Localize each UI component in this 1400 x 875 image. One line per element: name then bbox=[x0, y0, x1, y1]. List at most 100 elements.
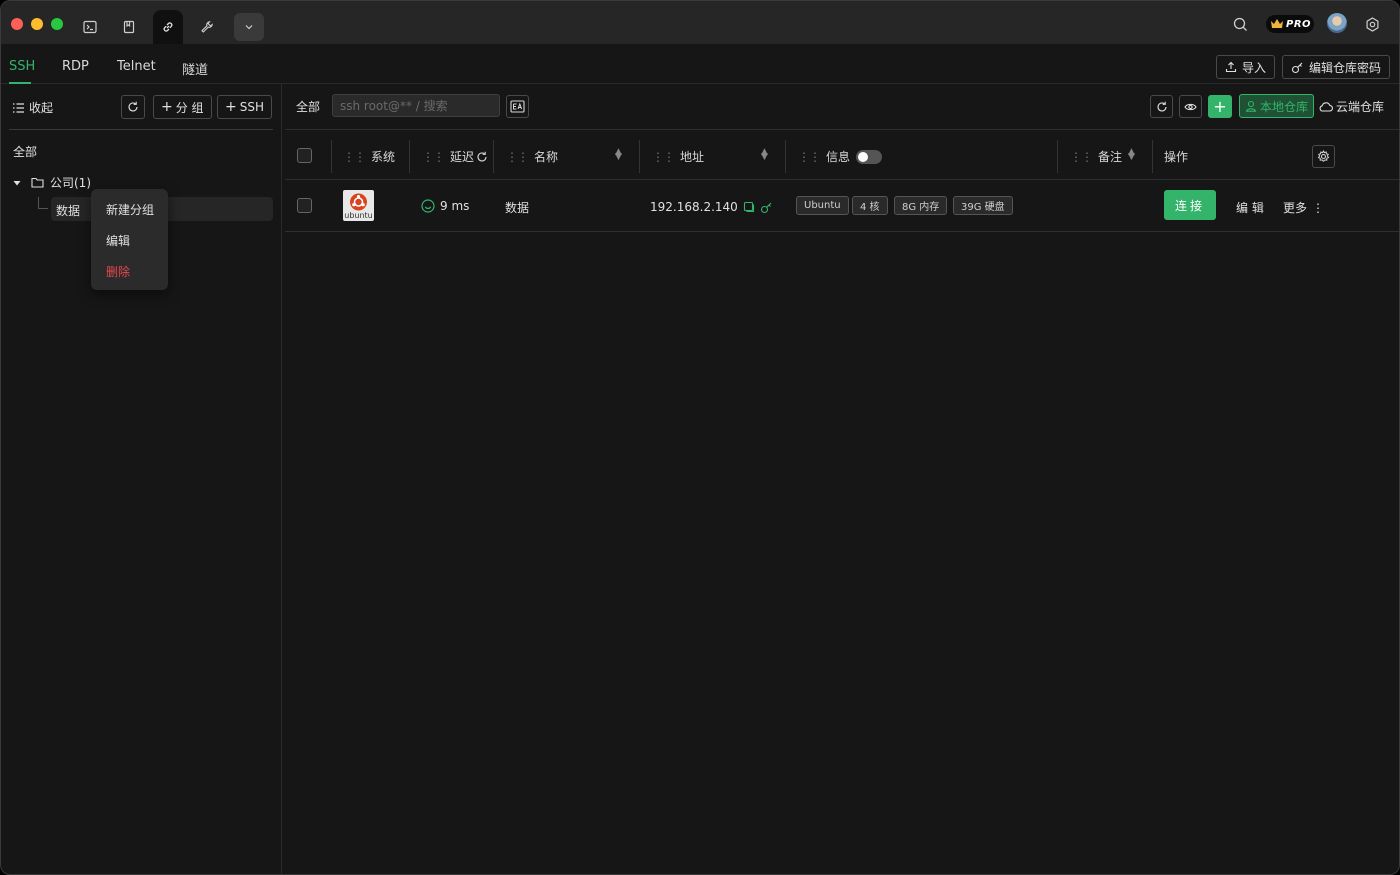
tab-rdp[interactable]: RDP bbox=[62, 59, 89, 74]
tab-terminal[interactable] bbox=[75, 11, 105, 43]
tree-group-label: 公司(1) bbox=[50, 176, 91, 190]
column-header-name[interactable]: ⋮⋮ 名称 bbox=[506, 148, 558, 165]
latency-cell: 9 ms bbox=[421, 199, 469, 213]
toggle-visibility-button[interactable] bbox=[1179, 95, 1202, 118]
drag-handle-icon[interactable]: ⋮⋮ bbox=[343, 150, 366, 164]
column-divider bbox=[493, 140, 494, 173]
close-window-button[interactable] bbox=[11, 18, 23, 30]
wrench-icon bbox=[201, 21, 213, 33]
add-group-button[interactable]: + 分 组 bbox=[153, 95, 212, 119]
refresh-latency-icon[interactable] bbox=[476, 151, 488, 163]
column-header-info[interactable]: ⋮⋮ 信息 bbox=[798, 148, 883, 165]
sort-name-icon[interactable]: ▲ ▼ bbox=[615, 148, 622, 162]
column-system-label: 系统 bbox=[371, 150, 396, 164]
column-divider bbox=[1057, 140, 1058, 173]
column-divider bbox=[331, 140, 332, 173]
context-menu-edit[interactable]: 编辑 bbox=[106, 232, 130, 249]
gear-icon bbox=[1366, 16, 1378, 32]
settings-button[interactable] bbox=[1362, 13, 1382, 35]
tree-item-all[interactable]: 全部 bbox=[13, 143, 37, 160]
crown-icon bbox=[1271, 19, 1283, 28]
tab-ssh[interactable]: SSH bbox=[9, 59, 35, 74]
key-icon bbox=[1291, 62, 1303, 73]
column-header-system[interactable]: ⋮⋮ 系统 bbox=[343, 148, 395, 165]
refresh-tree-button[interactable] bbox=[121, 95, 145, 119]
drag-handle-icon[interactable]: ⋮⋮ bbox=[652, 150, 675, 164]
context-menu-delete[interactable]: 删除 bbox=[106, 263, 130, 280]
protocol-tab-bar: SSH RDP Telnet 隧道 导入 编辑仓库密码 bbox=[1, 44, 1399, 84]
tree-group-company[interactable]: 公司(1) bbox=[13, 174, 91, 191]
sidebar-divider bbox=[9, 129, 273, 130]
edit-host-button[interactable]: 编 辑 bbox=[1236, 199, 1264, 216]
name-cell: 数据 bbox=[505, 199, 529, 216]
column-header-note[interactable]: ⋮⋮ 备注 bbox=[1070, 148, 1122, 165]
column-divider bbox=[639, 140, 640, 173]
column-settings-button[interactable] bbox=[1312, 145, 1335, 168]
copy-icon[interactable] bbox=[743, 201, 755, 213]
tab-tools[interactable] bbox=[192, 11, 222, 43]
refresh-list-button[interactable] bbox=[1150, 95, 1173, 118]
address-cell: 192.168.2.140 bbox=[650, 200, 773, 214]
drag-handle-icon[interactable]: ⋮⋮ bbox=[506, 150, 529, 164]
column-header-actions: 操作 bbox=[1164, 148, 1188, 165]
drag-handle-icon[interactable]: ⋮⋮ bbox=[798, 150, 821, 164]
column-latency-label: 延迟 bbox=[450, 150, 475, 164]
avatar[interactable] bbox=[1327, 13, 1347, 33]
more-actions-button[interactable]: 更多 ⋮ bbox=[1283, 199, 1324, 216]
sort-note-icon[interactable]: ▲ ▼ bbox=[1128, 148, 1135, 162]
global-search-button[interactable] bbox=[1230, 13, 1250, 35]
collapse-sidebar-button[interactable]: 收起 bbox=[12, 99, 53, 116]
cloud-repo-button[interactable]: 云端仓库 bbox=[1318, 98, 1384, 115]
column-header-latency[interactable]: ⋮⋮ 延迟 bbox=[422, 148, 488, 165]
link-icon bbox=[163, 22, 173, 32]
main-panel: 全部 + 本地仓库 云端仓库 ⋮⋮ 系统 bbox=[283, 84, 1399, 874]
list-icon bbox=[13, 102, 24, 113]
terminal-icon bbox=[83, 20, 97, 34]
pro-badge[interactable]: PRO bbox=[1266, 15, 1314, 33]
latency-value: 9 ms bbox=[440, 199, 470, 213]
key-icon[interactable] bbox=[760, 201, 773, 214]
select-all-checkbox[interactable] bbox=[297, 148, 312, 163]
more-label: 更多 bbox=[1283, 201, 1308, 215]
chevron-down-icon bbox=[245, 25, 253, 30]
import-label: 导入 bbox=[1242, 60, 1267, 75]
tree-item-label: 数据 bbox=[56, 204, 81, 218]
drag-handle-icon[interactable]: ⋮⋮ bbox=[1070, 150, 1093, 164]
refresh-icon bbox=[128, 101, 138, 112]
add-host-button[interactable]: + bbox=[1208, 95, 1232, 118]
edit-label: 编 辑 bbox=[1236, 201, 1264, 215]
tree-connector bbox=[38, 197, 48, 209]
sort-address-icon[interactable]: ▲ ▼ bbox=[761, 148, 768, 162]
context-menu: 新建分组 编辑 删除 bbox=[91, 189, 168, 290]
add-ssh-button[interactable]: + SSH bbox=[217, 95, 272, 119]
tab-telnet[interactable]: Telnet bbox=[117, 59, 156, 74]
row-checkbox[interactable] bbox=[297, 198, 312, 213]
host-address: 192.168.2.140 bbox=[650, 200, 738, 214]
import-button[interactable]: 导入 bbox=[1216, 55, 1276, 79]
user-icon bbox=[1245, 100, 1257, 112]
tabs-dropdown-button[interactable] bbox=[234, 13, 264, 41]
tab-connections[interactable] bbox=[153, 10, 183, 44]
maximize-window-button[interactable] bbox=[51, 18, 63, 30]
smile-icon bbox=[421, 199, 435, 213]
breadcrumb: 全部 bbox=[296, 100, 321, 114]
drag-handle-icon[interactable]: ⋮⋮ bbox=[422, 150, 445, 164]
column-name-label: 名称 bbox=[534, 150, 559, 164]
edit-repo-password-button[interactable]: 编辑仓库密码 bbox=[1282, 55, 1391, 79]
column-header-address[interactable]: ⋮⋮ 地址 bbox=[652, 148, 704, 165]
local-repo-button[interactable]: 本地仓库 bbox=[1239, 94, 1314, 118]
connect-button[interactable]: 连接 bbox=[1164, 190, 1216, 220]
minimize-window-button[interactable] bbox=[31, 18, 43, 30]
add-ssh-label: SSH bbox=[239, 100, 264, 114]
column-divider bbox=[409, 140, 410, 173]
info-toggle[interactable] bbox=[856, 149, 883, 164]
table-row[interactable]: ubuntu 9 ms 数据 192.168.2.140 Ubuntu 4 核 … bbox=[285, 180, 1399, 232]
caret-down-icon[interactable] bbox=[13, 179, 21, 187]
tab-bookmark[interactable] bbox=[114, 11, 144, 43]
host-name: 数据 bbox=[505, 201, 530, 215]
plus-icon: + bbox=[1213, 97, 1227, 116]
quick-connect-button[interactable] bbox=[506, 95, 529, 118]
search-input[interactable] bbox=[332, 94, 500, 117]
tab-tunnel[interactable]: 隧道 bbox=[182, 59, 208, 78]
context-menu-new-group[interactable]: 新建分组 bbox=[106, 201, 154, 218]
